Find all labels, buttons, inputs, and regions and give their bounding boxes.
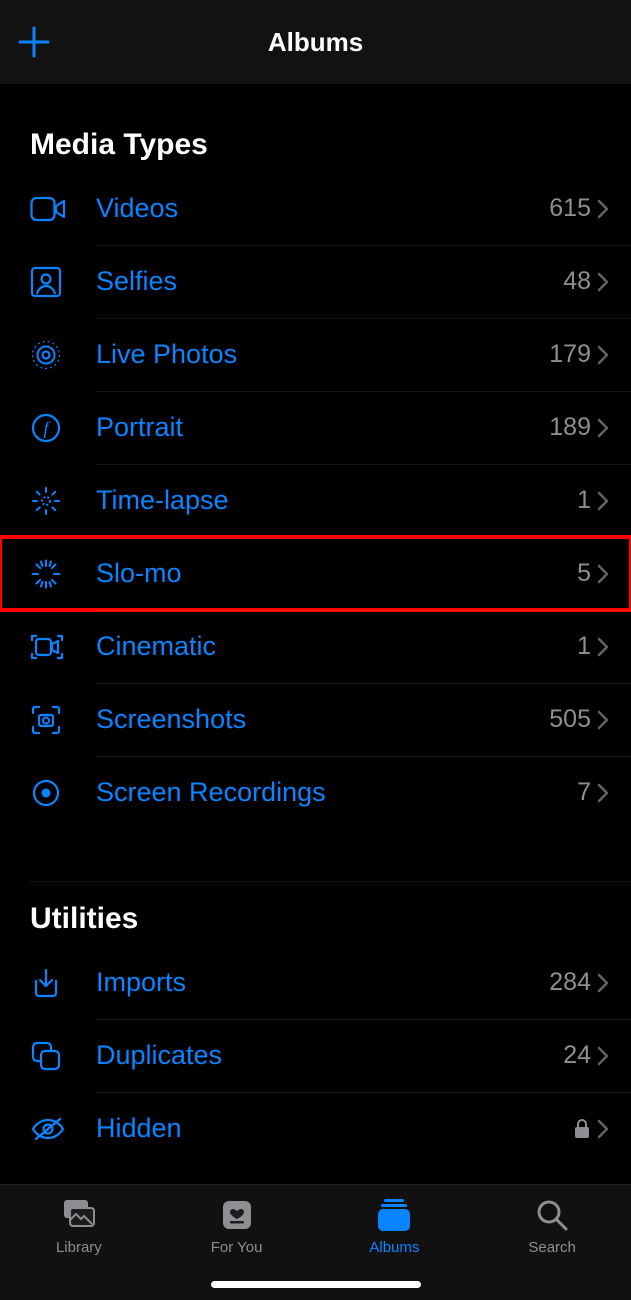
page-title: Albums bbox=[268, 27, 363, 58]
row-screenshots[interactable]: Screenshots 505 bbox=[30, 683, 631, 756]
row-label: Live Photos bbox=[96, 339, 549, 370]
chevron-right-icon bbox=[597, 345, 631, 365]
plus-icon bbox=[16, 24, 52, 60]
screenshots-icon bbox=[30, 704, 96, 736]
row-screen-recordings[interactable]: Screen Recordings 7 bbox=[30, 756, 631, 829]
navbar: Albums bbox=[0, 0, 631, 84]
library-icon bbox=[59, 1195, 99, 1235]
row-count: 505 bbox=[549, 705, 597, 734]
row-label: Time-lapse bbox=[96, 485, 577, 516]
row-duplicates[interactable]: Duplicates 24 bbox=[30, 1019, 631, 1092]
chevron-right-icon bbox=[597, 783, 631, 803]
row-hidden[interactable]: Hidden bbox=[30, 1092, 631, 1165]
row-label: Slo-mo bbox=[96, 558, 577, 589]
row-videos[interactable]: Videos 615 bbox=[30, 172, 631, 245]
row-label: Selfies bbox=[96, 266, 563, 297]
row-selfies[interactable]: Selfies 48 bbox=[30, 245, 631, 318]
row-label: Hidden bbox=[96, 1113, 573, 1144]
for-you-icon bbox=[219, 1195, 255, 1235]
photos-albums-screen: Albums Media Types Videos 615 Selfies 48 bbox=[0, 0, 631, 1300]
row-count: 7 bbox=[577, 778, 597, 807]
tab-label: Albums bbox=[369, 1239, 419, 1256]
tab-label: Search bbox=[528, 1239, 576, 1256]
duplicates-icon bbox=[30, 1040, 96, 1072]
chevron-right-icon bbox=[597, 491, 631, 511]
chevron-right-icon bbox=[597, 564, 631, 584]
tab-library[interactable]: Library bbox=[0, 1195, 158, 1256]
row-count: 48 bbox=[563, 267, 597, 296]
imports-icon bbox=[30, 967, 96, 999]
row-label: Cinematic bbox=[96, 631, 577, 662]
tab-label: For You bbox=[211, 1239, 263, 1256]
selfies-icon bbox=[30, 266, 96, 298]
add-button[interactable] bbox=[16, 24, 52, 60]
tab-search[interactable]: Search bbox=[473, 1195, 631, 1256]
cinematic-icon bbox=[30, 632, 96, 662]
row-count: 1 bbox=[577, 632, 597, 661]
tabbar: Library For You Albums Search bbox=[0, 1184, 631, 1300]
tab-for-you[interactable]: For You bbox=[158, 1195, 316, 1256]
tab-albums[interactable]: Albums bbox=[316, 1195, 474, 1256]
row-cinematic[interactable]: Cinematic 1 bbox=[30, 610, 631, 683]
row-label: Portrait bbox=[96, 412, 549, 443]
chevron-right-icon bbox=[597, 973, 631, 993]
row-count: 615 bbox=[549, 194, 597, 223]
lock-icon bbox=[573, 1118, 597, 1140]
row-count: 1 bbox=[577, 486, 597, 515]
chevron-right-icon bbox=[597, 418, 631, 438]
row-count: 179 bbox=[549, 340, 597, 369]
row-label: Duplicates bbox=[96, 1040, 563, 1071]
row-count: 5 bbox=[577, 559, 597, 588]
row-count: 284 bbox=[549, 968, 597, 997]
media-types-list: Videos 615 Selfies 48 Live Photos 179 bbox=[0, 172, 631, 829]
chevron-right-icon bbox=[597, 1046, 631, 1066]
home-indicator[interactable] bbox=[211, 1281, 421, 1288]
row-label: Screenshots bbox=[96, 704, 549, 735]
section-header-media-types: Media Types bbox=[0, 84, 631, 172]
hidden-icon bbox=[30, 1115, 96, 1143]
content: Media Types Videos 615 Selfies 48 bbox=[0, 84, 631, 1184]
row-time-lapse[interactable]: Time-lapse 1 bbox=[30, 464, 631, 537]
utilities-list: Imports 284 Duplicates 24 Hidden bbox=[0, 946, 631, 1165]
live-photos-icon bbox=[30, 339, 96, 371]
chevron-right-icon bbox=[597, 1119, 631, 1139]
tab-label: Library bbox=[56, 1239, 102, 1256]
section-header-utilities: Utilities bbox=[0, 882, 631, 946]
row-label: Screen Recordings bbox=[96, 777, 577, 808]
row-label: Imports bbox=[96, 967, 549, 998]
row-label: Videos bbox=[96, 193, 549, 224]
row-live-photos[interactable]: Live Photos 179 bbox=[30, 318, 631, 391]
chevron-right-icon bbox=[597, 199, 631, 219]
search-icon bbox=[534, 1195, 570, 1235]
row-imports[interactable]: Imports 284 bbox=[30, 946, 631, 1019]
video-icon bbox=[30, 195, 96, 223]
chevron-right-icon bbox=[597, 710, 631, 730]
row-count: 189 bbox=[549, 413, 597, 442]
portrait-icon: f bbox=[30, 412, 96, 444]
chevron-right-icon bbox=[597, 272, 631, 292]
screen-recordings-icon bbox=[30, 777, 96, 809]
albums-icon bbox=[374, 1195, 414, 1235]
timelapse-icon bbox=[30, 485, 96, 517]
row-slo-mo[interactable]: Slo-mo 5 bbox=[0, 537, 631, 610]
row-portrait[interactable]: f Portrait 189 bbox=[30, 391, 631, 464]
row-count: 24 bbox=[563, 1041, 597, 1070]
chevron-right-icon bbox=[597, 637, 631, 657]
svg-text:f: f bbox=[43, 418, 51, 438]
slomo-icon bbox=[30, 558, 96, 590]
